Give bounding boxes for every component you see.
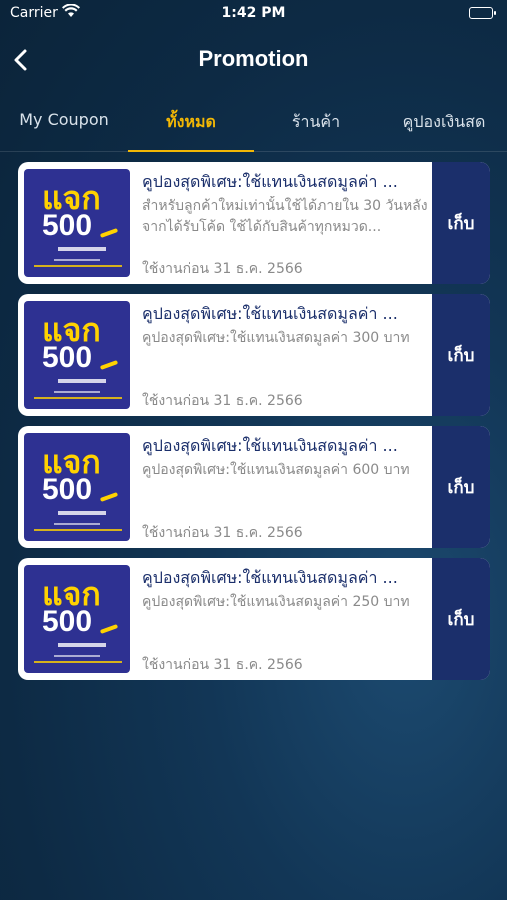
coupon-card[interactable]: แจก 500 คูปองสุดพิเศษ:ใช้แทนเงินสดมูลค่า…: [18, 294, 490, 416]
coupon-description: สำหรับลูกค้าใหม่เท่านั้นใช้ได้ภายใน 30 ว…: [142, 198, 428, 235]
tab-store[interactable]: ร้านค้า: [276, 110, 356, 152]
nav-bar: Promotion: [0, 40, 507, 80]
coupon-card[interactable]: แจก 500 คูปองสุดพิเศษ:ใช้แทนเงินสดมูลค่า…: [18, 558, 490, 680]
tab-cash-coupon[interactable]: คูปองเงินสด: [396, 110, 492, 152]
coupon-description: คูปองสุดพิเศษ:ใช้แทนเงินสดมูลค่า 300 บาท: [142, 330, 410, 346]
coupon-description: คูปองสุดพิเศษ:ใช้แทนเงินสดมูลค่า 600 บาท: [142, 462, 410, 478]
collect-button[interactable]: เก็บ: [432, 294, 490, 416]
coupon-image: แจก 500: [24, 565, 130, 673]
status-bar: Carrier 1:42 PM: [0, 0, 507, 28]
coupon-image: แจก 500: [24, 169, 130, 277]
status-time: 1:42 PM: [221, 5, 286, 21]
battery-icon: [469, 7, 496, 19]
coupon-image: แจก 500: [24, 301, 130, 409]
page-title: Promotion: [198, 46, 309, 71]
coupon-list: แจก 500 คูปองสุดพิเศษ:ใช้แทนเงินสดมูลค่า…: [18, 162, 490, 690]
coupon-description: คูปองสุดพิเศษ:ใช้แทนเงินสดมูลค่า 250 บาท: [142, 594, 410, 610]
coupon-title: คูปองสุดพิเศษ:ใช้แทนเงินสดมูลค่า ...: [142, 304, 398, 323]
coupon-expiry: ใช้งานก่อน 31 ธ.ค. 2566: [142, 657, 303, 673]
collect-button[interactable]: เก็บ: [432, 426, 490, 548]
coupon-title: คูปองสุดพิเศษ:ใช้แทนเงินสดมูลค่า ...: [142, 436, 398, 455]
coupon-title: คูปองสุดพิเศษ:ใช้แทนเงินสดมูลค่า ...: [142, 172, 398, 191]
coupon-image: แจก 500: [24, 433, 130, 541]
coupon-expiry: ใช้งานก่อน 31 ธ.ค. 2566: [142, 393, 303, 409]
coupon-expiry: ใช้งานก่อน 31 ธ.ค. 2566: [142, 261, 303, 277]
tab-my-coupon[interactable]: My Coupon: [18, 110, 110, 152]
coupon-card[interactable]: แจก 500 คูปองสุดพิเศษ:ใช้แทนเงินสดมูลค่า…: [18, 426, 490, 548]
tab-all[interactable]: ทั้งหมด: [128, 110, 254, 152]
collect-button[interactable]: เก็บ: [432, 558, 490, 680]
coupon-card[interactable]: แจก 500 คูปองสุดพิเศษ:ใช้แทนเงินสดมูลค่า…: [18, 162, 490, 284]
tab-bar: My Coupon ทั้งหมด ร้านค้า คูปองเงินสด: [0, 100, 507, 152]
collect-button[interactable]: เก็บ: [432, 162, 490, 284]
coupon-title: คูปองสุดพิเศษ:ใช้แทนเงินสดมูลค่า ...: [142, 568, 398, 587]
coupon-expiry: ใช้งานก่อน 31 ธ.ค. 2566: [142, 525, 303, 541]
